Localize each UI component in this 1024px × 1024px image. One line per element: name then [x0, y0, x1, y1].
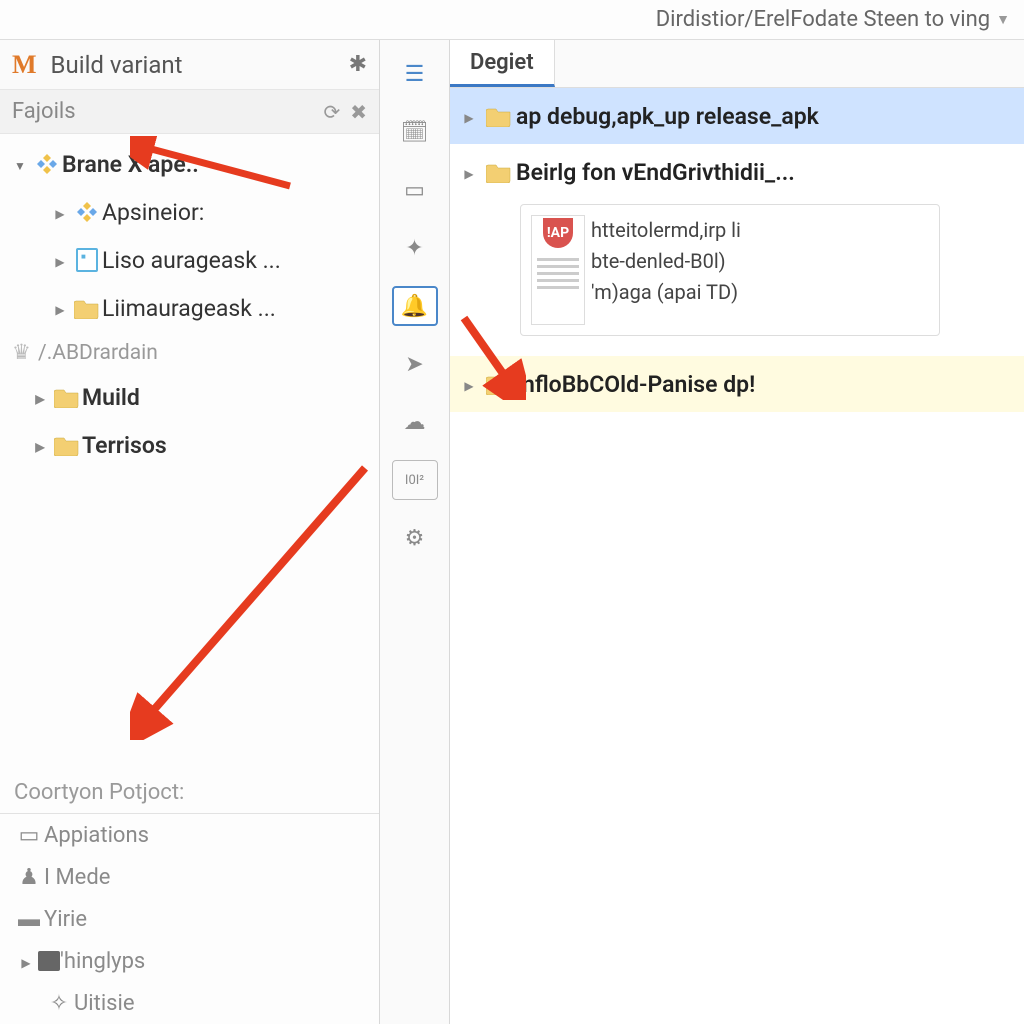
- footer-item-label: Appiations: [44, 823, 149, 848]
- arrow-icon[interactable]: ➤: [392, 344, 438, 384]
- caret-right-icon[interactable]: [48, 299, 72, 318]
- folder-icon: [482, 105, 516, 127]
- bell-icon[interactable]: 🔔: [392, 286, 438, 326]
- caret-right-icon[interactable]: [14, 952, 38, 971]
- file-label: ap debug,apk_up release_apk: [516, 103, 819, 130]
- caret-right-icon[interactable]: [456, 163, 482, 182]
- file-icon: [72, 248, 102, 272]
- caret-right-icon[interactable]: [456, 375, 482, 394]
- folder-icon: [482, 373, 516, 395]
- folder-icon: [482, 161, 516, 183]
- tree-section-label: /.ABDrardain: [38, 341, 158, 365]
- annotation-arrow: [130, 460, 390, 740]
- footer-heading: Coortyon Potjoct:: [0, 772, 379, 813]
- counter-icon[interactable]: I0I²: [392, 460, 438, 500]
- shield-icon: !AP: [543, 218, 573, 248]
- tree-item[interactable]: Liimaurageask ...: [0, 284, 379, 332]
- doc-lines-icon: [537, 254, 579, 293]
- square-icon: [38, 951, 60, 971]
- sidebar-subtitle: Fajoils: [12, 99, 76, 124]
- tree-item-label: Liso aurageask ...: [102, 247, 281, 274]
- tree-section: ♛ /.ABDrardain: [0, 332, 379, 373]
- titlebar: Dirdistior/ErelFodate Steen to ving ▼: [0, 0, 1024, 40]
- tree-item[interactable]: Muild: [0, 373, 379, 421]
- caret-right-icon[interactable]: [28, 388, 52, 407]
- crown-icon: ♛: [12, 341, 31, 365]
- robot-icon: ♟: [14, 865, 44, 890]
- footer-item[interactable]: ▬ Yirie: [0, 898, 379, 940]
- tabs: Degiet: [450, 40, 1024, 88]
- folder-icon: ▬: [14, 906, 44, 932]
- tree-item[interactable]: Terrisos: [0, 421, 379, 469]
- doc-thumb: !AP: [531, 215, 585, 325]
- file-list: ap debug,apk_up release_apk Beirlg fon v…: [450, 88, 1024, 412]
- tree-root-label: Brane X ape..: [62, 151, 199, 178]
- folder-icon: [52, 386, 82, 408]
- gear-icon[interactable]: ⚙: [392, 518, 438, 558]
- sidebar-header: M Build variant ✱: [0, 40, 379, 90]
- doc-text: htteitolermd,irp li bte-denled-B0l) 'm)a…: [591, 215, 741, 325]
- footer-item[interactable]: ♟ I Mede: [0, 856, 379, 898]
- caret-right-icon[interactable]: [48, 251, 72, 270]
- tree-item-label: Muild: [82, 384, 140, 411]
- sparkle-icon: ✧: [44, 991, 74, 1016]
- tree-item[interactable]: Apsineior:: [0, 188, 379, 236]
- refresh-icon[interactable]: ⟳: [323, 100, 340, 124]
- doc-line: bte-denled-B0l): [591, 246, 741, 277]
- folder-icon: [72, 297, 102, 319]
- sidebar-title: Build variant: [51, 51, 349, 79]
- caret-right-icon[interactable]: [28, 436, 52, 455]
- footer-item[interactable]: 'hinglyps: [0, 940, 379, 982]
- package-icon: [72, 200, 102, 224]
- file-label: infloBbCOld-Panise dp!: [516, 371, 755, 398]
- caret-right-icon[interactable]: [48, 203, 72, 222]
- package-icon: [32, 152, 62, 176]
- calendar-icon[interactable]: 🗓: [392, 112, 438, 152]
- tab-label: Degiet: [470, 50, 534, 75]
- footer-item-label: I Mede: [44, 865, 110, 890]
- sidebar-subheader: Fajoils ⟳ ✖: [0, 90, 379, 134]
- sidebar: M Build variant ✱ Fajoils ⟳ ✖ Brane X ap…: [0, 40, 380, 1024]
- file-row[interactable]: infloBbCOld-Panise dp!: [450, 356, 1024, 412]
- breadcrumb[interactable]: Dirdistior/ErelFodate Steen to ving: [656, 7, 990, 32]
- footer: Coortyon Potjoct: ▭ Appiations ♟ I Mede …: [0, 772, 379, 1024]
- file-label: Beirlg fon vEndGrivthidii_...: [516, 159, 795, 186]
- close-icon[interactable]: ✖: [350, 100, 367, 124]
- tab-active[interactable]: Degiet: [450, 40, 555, 87]
- inbox-icon[interactable]: ▭: [392, 170, 438, 210]
- footer-item[interactable]: ▭ Appiations: [0, 814, 379, 856]
- tree-root[interactable]: Brane X ape..: [0, 140, 379, 188]
- folder-icon: [52, 434, 82, 456]
- doc-line: 'm)aga (apai TD): [591, 277, 741, 308]
- tool-strip: ☰ 🗓 ▭ ✦ 🔔 ➤ ☁ I0I² ⚙: [380, 40, 450, 1024]
- spark-icon[interactable]: ✦: [392, 228, 438, 268]
- footer-item-label: Yirie: [44, 907, 87, 932]
- content: Degiet ap debug,apk_up release_apk Beirl…: [450, 40, 1024, 1024]
- footer-item[interactable]: ✧ Uitisie: [0, 982, 379, 1024]
- doc-line: htteitolermd,irp li: [591, 215, 741, 246]
- tree-item-label: Apsineior:: [102, 199, 204, 226]
- filter-icon[interactable]: ☰: [392, 54, 438, 94]
- project-tree: Brane X ape.. Apsineior: Liso aurageask …: [0, 134, 379, 475]
- file-row[interactable]: Beirlg fon vEndGrivthidii_...: [450, 144, 1024, 200]
- app-logo-icon: M: [12, 50, 37, 80]
- caret-right-icon[interactable]: [456, 107, 482, 126]
- tree-item-label: Terrisos: [82, 432, 167, 459]
- footer-item-label: Uitisie: [74, 991, 135, 1016]
- cloud-icon[interactable]: ☁: [392, 402, 438, 442]
- file-row[interactable]: ap debug,apk_up release_apk: [450, 88, 1024, 144]
- caret-down-icon[interactable]: [8, 155, 32, 174]
- chevron-down-icon[interactable]: ▼: [996, 11, 1010, 28]
- puzzle-icon[interactable]: ✱: [349, 52, 367, 77]
- tree-item[interactable]: Liso aurageask ...: [0, 236, 379, 284]
- window-icon: ▭: [14, 823, 44, 848]
- doc-preview[interactable]: !AP htteitolermd,irp li bte-denled-B0l) …: [520, 204, 940, 336]
- footer-item-label: 'hinglyps: [60, 949, 145, 974]
- tree-item-label: Liimaurageask ...: [102, 295, 276, 322]
